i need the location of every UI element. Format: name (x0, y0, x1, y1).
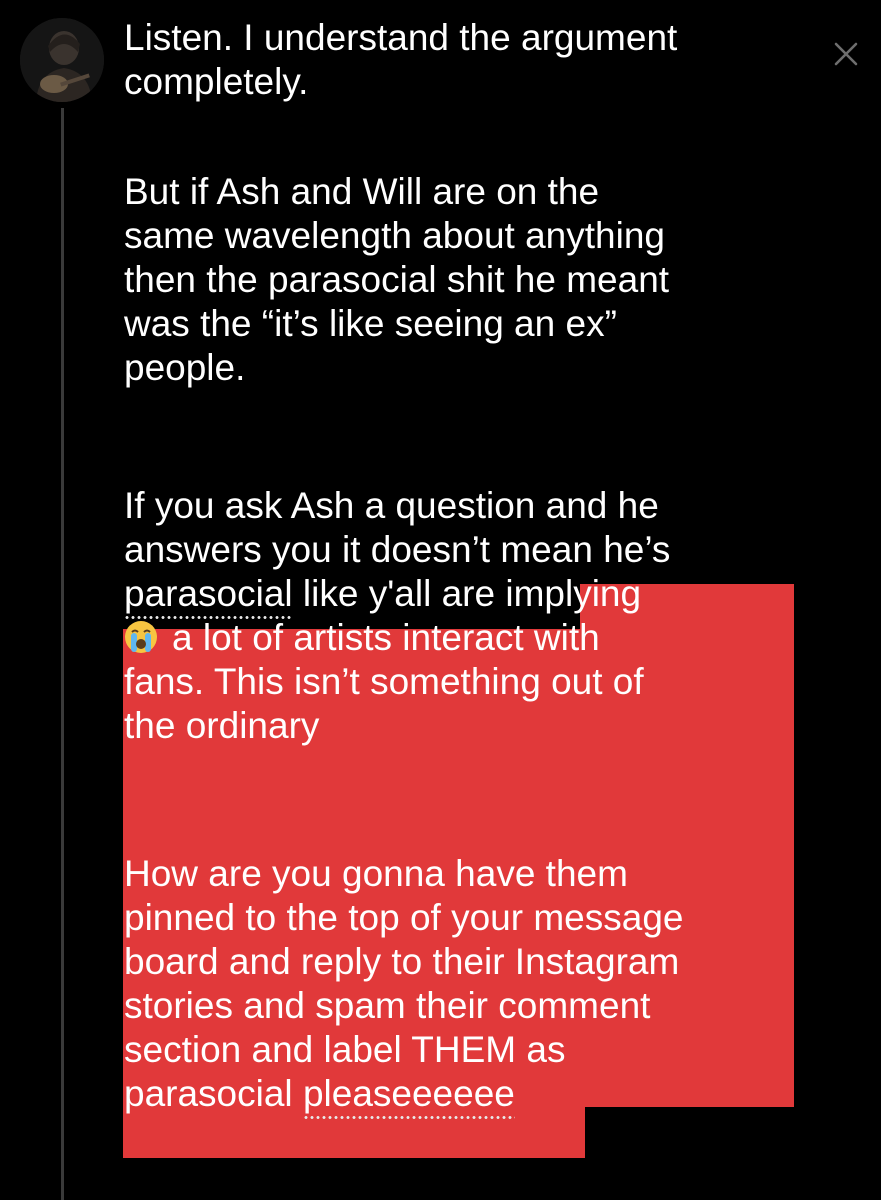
tweet-text-line: board and reply to their Instagram (124, 941, 680, 982)
tweet-text-segment: parasocial (124, 1073, 293, 1114)
tweet-text-line: same wavelength about anything (124, 215, 665, 256)
tweet-text-line: answers you it doesn’t mean he’s (124, 529, 671, 570)
tweet-screenshot: Listen. I understand the argument comple… (0, 0, 881, 1200)
profile-avatar[interactable] (20, 18, 104, 102)
tweet-text-segment (293, 1073, 303, 1114)
tweet-paragraph-1: Listen. I understand the argument comple… (124, 16, 814, 104)
translated-word-parasocial[interactable]: parasocial (124, 573, 293, 620)
tweet-text-line: completely. (124, 61, 309, 102)
tweet-text-line: stories and spam their comment (124, 985, 651, 1026)
tweet-text-line: section and label THEM as (124, 1029, 566, 1070)
tweet-text-line: If you ask Ash a question and he (124, 485, 659, 526)
tweet-text-segment: like y'all are implying (292, 573, 642, 614)
tweet-text-segment: a lot of artists interact with (172, 617, 600, 658)
tweet-text-line: parasocial like y'all are implying (124, 572, 814, 620)
translated-word-pleaseeeeee[interactable]: pleaseeeeee (302, 1073, 515, 1120)
tweet-text-line: pinned to the top of your message (124, 897, 684, 938)
tweet-text-line: a lot of artists interact with (124, 616, 814, 660)
tweet-paragraph-3: If you ask Ash a question and he answers… (124, 484, 814, 748)
avatar-image (20, 18, 104, 102)
tweet-text-line: people. (124, 347, 246, 388)
tweet-text-line: Listen. I understand the argument (124, 17, 678, 58)
tweet-text-line: fans. This isn’t something out of (124, 661, 644, 702)
tweet-text-line: How are you gonna have them (124, 853, 628, 894)
tweet-text-line: parasocial pleaseeeeee (124, 1072, 814, 1120)
close-button[interactable] (826, 34, 866, 74)
tweet-text-line: But if Ash and Will are on the (124, 171, 600, 212)
tweet-text-line: then the parasocial shit he meant (124, 259, 670, 300)
tweet-paragraph-2: But if Ash and Will are on the same wave… (124, 170, 814, 390)
loudly-crying-face-emoji (124, 620, 158, 664)
tweet-text-line: was the “it’s like seeing an ex” (124, 303, 617, 344)
close-icon (834, 42, 858, 66)
thread-line (61, 108, 64, 1200)
tweet-text-line: the ordinary (124, 705, 320, 746)
tweet-paragraph-4: How are you gonna have them pinned to th… (124, 852, 814, 1120)
